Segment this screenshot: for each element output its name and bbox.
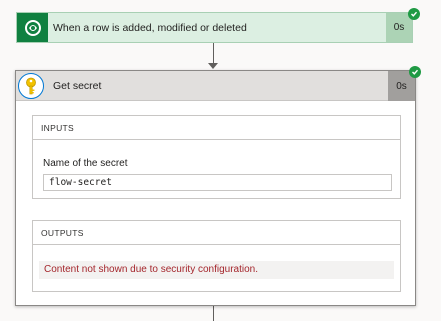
success-check-icon [408,8,420,20]
arrow-down-icon [208,63,218,69]
secret-name-value[interactable]: flow-secret [43,174,392,191]
get-secret-card: Get secret 0s INPUTS Name of the secret … [15,70,416,306]
key-icon [18,73,44,99]
success-check-icon [409,66,421,78]
inputs-header: INPUTS [33,116,400,140]
inputs-section: INPUTS Name of the secret flow-secret [32,115,401,199]
card-title: Get secret [53,80,102,92]
security-message: Content not shown due to security config… [39,261,394,279]
card-header[interactable]: Get secret 0s [16,71,415,101]
outputs-header: OUTPUTS [33,221,400,245]
secret-name-label: Name of the secret [43,158,128,169]
outputs-section: OUTPUTS Content not shown due to securit… [32,220,401,292]
connector-line-top [213,43,214,64]
trigger-step[interactable]: When a row is added, modified or deleted… [16,12,413,43]
connector-line-bottom [213,306,214,321]
trigger-title: When a row is added, modified or deleted [53,22,247,34]
dataverse-icon [17,13,48,42]
